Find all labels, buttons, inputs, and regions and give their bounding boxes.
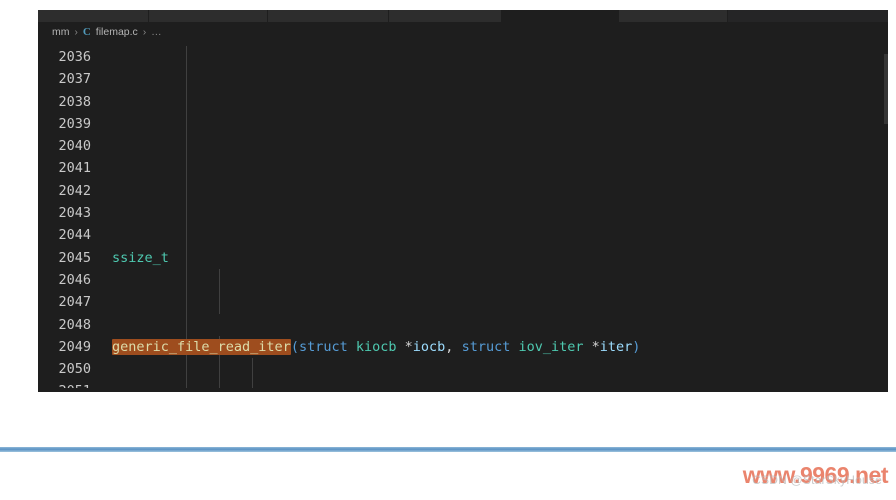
editor-bottom-edge: [38, 388, 888, 392]
token-paren: ): [632, 338, 641, 355]
code-line-2038[interactable]: generic_file_read_iter(struct kiocb *ioc…: [112, 336, 888, 358]
editor-tab-3[interactable]: [268, 10, 389, 22]
token-var: iter: [599, 338, 633, 355]
editor-tab-1[interactable]: [38, 10, 149, 22]
line-number: 2043: [58, 205, 91, 222]
breadcrumb-ellipsis[interactable]: …: [151, 26, 162, 38]
line-number: 2041: [58, 160, 91, 177]
breadcrumb-folder[interactable]: mm: [52, 26, 70, 38]
token-type: kiocb: [347, 338, 397, 355]
token-paren: (: [290, 338, 299, 355]
line-number: 2049: [58, 338, 91, 355]
breadcrumb: mm › C filemap.c › …: [38, 22, 888, 42]
editor-tab-bar-filler: [728, 10, 888, 22]
highlighted-symbol[interactable]: generic_file_read_iter: [112, 338, 291, 355]
indent-guide: [252, 358, 253, 392]
token-var: iocb: [412, 338, 446, 355]
chevron-right-icon-2: ›: [142, 26, 147, 38]
line-number: 2036: [58, 49, 91, 65]
token-punct: *: [396, 338, 413, 355]
page-divider: [0, 447, 896, 452]
editor-tab-2[interactable]: [149, 10, 268, 22]
line-number: 2039: [58, 115, 91, 132]
token-type: ssize_t: [112, 249, 169, 266]
c-file-icon: C: [82, 26, 91, 38]
code-surface: 2036 2037 2038 2039 2040 2041 2042 2043 …: [38, 42, 888, 392]
line-number: 2038: [58, 93, 91, 110]
token-keyword: struct: [298, 338, 348, 355]
line-number: 2037: [58, 71, 91, 88]
line-number: 2050: [58, 361, 91, 378]
screenshot-root: mm › C filemap.c › … 2036 2037 2038 2039…: [0, 0, 896, 500]
code-line-2037[interactable]: ssize_t: [112, 247, 888, 269]
line-number: 2046: [58, 271, 91, 288]
fold-gutter[interactable]: [100, 42, 112, 392]
token-type: iov_iter: [510, 338, 584, 355]
code-editor-window: mm › C filemap.c › … 2036 2037 2038 2039…: [38, 10, 888, 392]
line-number: 2044: [58, 227, 91, 244]
token-punct: *: [583, 338, 600, 355]
code-text-area[interactable]: ssize_t generic_file_read_iter(struct ki…: [112, 42, 888, 392]
watermark-secondary: CSDN @StarSkyHouse: [752, 473, 882, 487]
editor-tab-active[interactable]: [502, 10, 619, 22]
indent-guide: [219, 269, 220, 314]
editor-tab-bar[interactable]: [38, 10, 888, 22]
editor-scrollbar[interactable]: [884, 54, 888, 124]
token-keyword: struct: [461, 338, 511, 355]
editor-tab-6[interactable]: [619, 10, 728, 22]
breadcrumb-file[interactable]: filemap.c: [96, 26, 138, 38]
line-number: 2047: [58, 294, 91, 311]
line-number: 2042: [58, 182, 91, 199]
line-number: 2048: [58, 316, 91, 333]
editor-tab-4[interactable]: [389, 10, 502, 22]
code-line-2036[interactable]: [112, 157, 888, 179]
line-number: 2045: [58, 249, 91, 266]
line-number-gutter: 2036 2037 2038 2039 2040 2041 2042 2043 …: [38, 42, 100, 392]
line-number: 2040: [58, 138, 91, 155]
chevron-right-icon: ›: [74, 26, 78, 38]
token-punct: ,: [445, 338, 462, 355]
